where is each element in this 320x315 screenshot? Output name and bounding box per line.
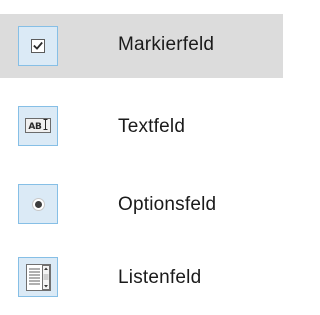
radio-button-icon — [18, 184, 58, 224]
menu-item-label: Textfeld — [118, 116, 186, 137]
textbox-icon: AB — [18, 106, 58, 146]
menu-item-textfeld[interactable]: AB Textfeld — [0, 98, 283, 162]
textbox-icon-text: AB — [28, 122, 42, 132]
listbox-icon — [18, 257, 58, 297]
menu-item-optionsfeld[interactable]: Optionsfeld — [0, 170, 283, 234]
menu-item-label: Listenfeld — [118, 267, 202, 288]
checkbox-icon — [18, 26, 58, 66]
menu-item-label: Markierfeld — [118, 34, 215, 55]
menu-item-listenfeld[interactable]: Listenfeld — [0, 245, 283, 309]
menu-item-markierfeld[interactable]: Markierfeld — [0, 14, 283, 78]
menu-item-label: Optionsfeld — [118, 194, 217, 215]
